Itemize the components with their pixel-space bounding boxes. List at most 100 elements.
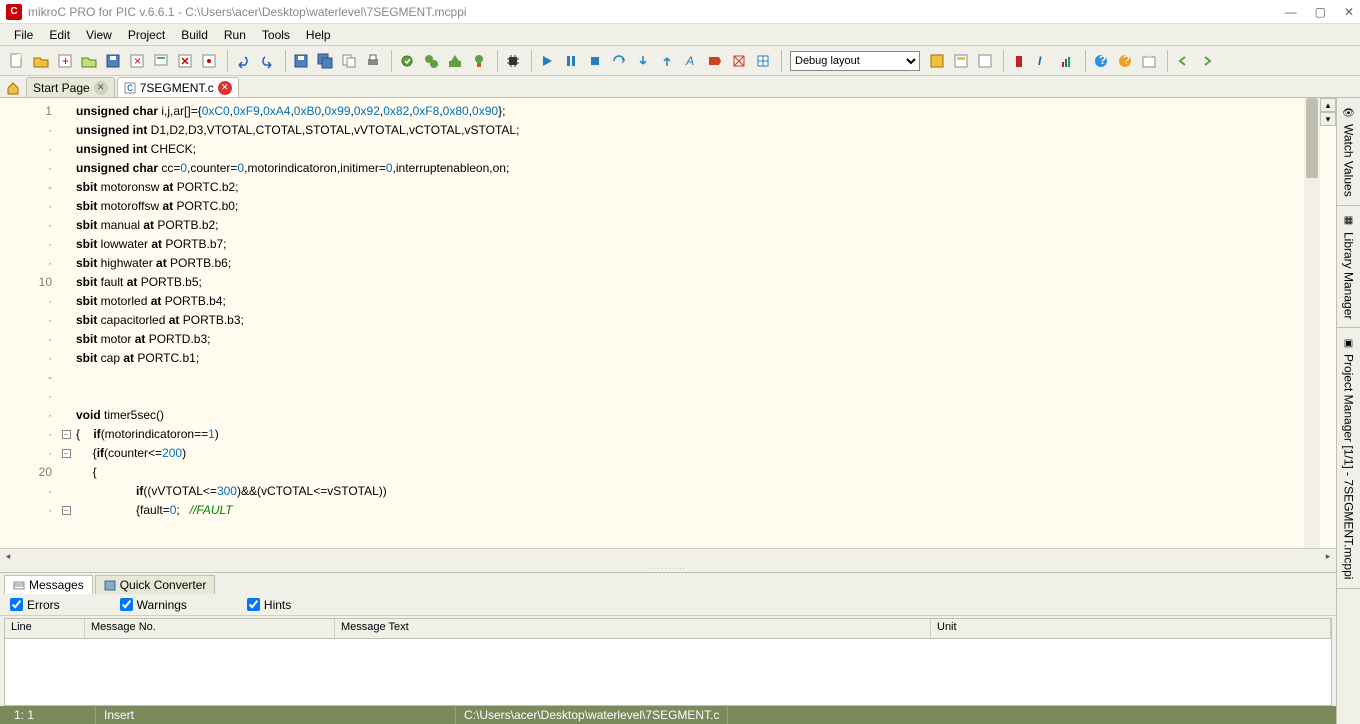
menu-help[interactable]: Help (298, 26, 339, 44)
messages-table[interactable]: Line Message No. Message Text Unit (4, 618, 1332, 706)
title-bar: C mikroC PRO for PIC v.6.6.1 - C:\Users\… (0, 0, 1360, 24)
layout-save-icon[interactable] (926, 50, 948, 72)
tab-start-page[interactable]: Start Page ✕ (26, 77, 115, 97)
filter-errors[interactable]: Errors (10, 598, 60, 612)
layout-default-icon[interactable] (974, 50, 996, 72)
tab-label: Start Page (33, 81, 90, 95)
menu-bar: File Edit View Project Build Run Tools H… (0, 24, 1360, 46)
filter-warnings[interactable]: Warnings (120, 598, 187, 612)
options-icon[interactable] (198, 50, 220, 72)
clear-breakpoints-icon[interactable] (728, 50, 750, 72)
watch-icon: 👁 (1342, 106, 1356, 120)
horizontal-scrollbar[interactable]: ◂▸ (0, 548, 1336, 564)
nav-back-icon[interactable] (1172, 50, 1194, 72)
stop-icon[interactable] (584, 50, 606, 72)
about-icon[interactable] (1138, 50, 1160, 72)
converter-icon (104, 579, 116, 591)
col-unit[interactable]: Unit (931, 619, 1331, 638)
svg-text:×: × (134, 54, 141, 68)
statistics-icon[interactable] (1056, 50, 1078, 72)
undo-icon[interactable] (232, 50, 254, 72)
col-line[interactable]: Line (5, 619, 85, 638)
editor-nav-down-icon[interactable]: ▾ (1320, 112, 1336, 126)
app-icon: C (6, 4, 22, 20)
fold-gutter: −−− (60, 98, 72, 548)
tab-label: Messages (29, 578, 84, 592)
bookmark-icon[interactable] (1008, 50, 1030, 72)
svg-text:?: ? (1123, 53, 1130, 67)
code-editor[interactable]: 1···-····10····-····20·· −−− unsigned ch… (0, 98, 1336, 548)
maximize-button[interactable]: ▢ (1315, 5, 1326, 19)
dock-library-manager[interactable]: ▦ Library Manager (1337, 206, 1360, 328)
col-message-no[interactable]: Message No. (85, 619, 335, 638)
dock-watch-values[interactable]: 👁 Watch Values (1337, 98, 1360, 206)
menu-edit[interactable]: Edit (41, 26, 78, 44)
dock-project-manager[interactable]: ▣ Project Manager [1/1] - 7SEGMENT.mcppi (1337, 328, 1360, 588)
menu-build[interactable]: Build (173, 26, 216, 44)
close-button[interactable]: ✕ (1344, 5, 1354, 19)
side-dock: 👁 Watch Values ▦ Library Manager ▣ Proje… (1336, 98, 1360, 724)
vertical-scrollbar[interactable] (1304, 98, 1320, 548)
build-icon[interactable] (396, 50, 418, 72)
menu-run[interactable]: Run (216, 26, 254, 44)
open-project-icon[interactable] (78, 50, 100, 72)
layout-manage-icon[interactable] (950, 50, 972, 72)
save-icon[interactable] (290, 50, 312, 72)
message-filters: Errors Warnings Hints (0, 594, 1336, 616)
layout-select[interactable]: Debug layout (790, 51, 920, 71)
status-mode: Insert (96, 706, 456, 724)
build-program-icon[interactable] (468, 50, 490, 72)
close-project-icon[interactable]: × (126, 50, 148, 72)
editor-tab-bar: Start Page ✕ c 7SEGMENT.c ✕ (0, 76, 1360, 98)
goto-line-icon[interactable]: I (1032, 50, 1054, 72)
build-all-icon[interactable] (444, 50, 466, 72)
watch-icon[interactable] (752, 50, 774, 72)
tab-label: Quick Converter (120, 578, 207, 592)
step-out-icon[interactable] (656, 50, 678, 72)
menu-file[interactable]: File (6, 26, 41, 44)
editor-nav-up-icon[interactable]: ▴ (1320, 98, 1336, 112)
panel-gripper[interactable]: ·········· (0, 564, 1336, 572)
toggle-breakpoint-icon[interactable] (704, 50, 726, 72)
col-message-text[interactable]: Message Text (335, 619, 931, 638)
status-bar: 1: 1 Insert C:\Users\acer\Desktop\waterl… (0, 706, 1336, 724)
messages-icon (13, 579, 25, 591)
minimize-button[interactable]: — (1285, 5, 1297, 19)
save-all-icon[interactable] (314, 50, 336, 72)
run-icon[interactable] (536, 50, 558, 72)
help-topics-icon[interactable]: ? (1114, 50, 1136, 72)
chip-icon[interactable] (502, 50, 524, 72)
tab-file[interactable]: c 7SEGMENT.c ✕ (117, 77, 239, 97)
rebuild-icon[interactable] (420, 50, 442, 72)
pause-icon[interactable] (560, 50, 582, 72)
step-into-icon[interactable] (632, 50, 654, 72)
tab-close-icon[interactable]: ✕ (218, 81, 232, 95)
tab-quick-converter[interactable]: Quick Converter (95, 575, 216, 594)
new-file-icon[interactable] (6, 50, 28, 72)
home-tab-icon[interactable] (4, 79, 22, 97)
dock-label: Project Manager [1/1] - 7SEGMENT.mcppi (1342, 354, 1356, 579)
tab-messages[interactable]: Messages (4, 575, 93, 594)
menu-view[interactable]: View (78, 26, 120, 44)
close-file-icon[interactable] (174, 50, 196, 72)
copy-icon[interactable] (338, 50, 360, 72)
redo-icon[interactable] (256, 50, 278, 72)
step-over-icon[interactable] (608, 50, 630, 72)
svg-text:A: A (685, 54, 694, 68)
help-icon[interactable]: ? (1090, 50, 1112, 72)
messages-body (5, 639, 1331, 705)
run-to-cursor-icon[interactable]: A (680, 50, 702, 72)
print-icon[interactable] (362, 50, 384, 72)
menu-tools[interactable]: Tools (254, 26, 298, 44)
open-file-icon[interactable] (30, 50, 52, 72)
tab-close-icon[interactable]: ✕ (94, 81, 108, 95)
svg-text:c: c (127, 82, 133, 94)
nav-forward-icon[interactable] (1196, 50, 1218, 72)
filter-hints[interactable]: Hints (247, 598, 291, 612)
new-project-icon[interactable]: + (54, 50, 76, 72)
menu-project[interactable]: Project (120, 26, 173, 44)
code-area[interactable]: unsigned char i,j,ar[]={0xC0,0xF9,0xA4,0… (72, 98, 1304, 548)
project-settings-icon[interactable] (150, 50, 172, 72)
save-project-icon[interactable] (102, 50, 124, 72)
messages-tab-bar: Messages Quick Converter (0, 572, 1336, 594)
